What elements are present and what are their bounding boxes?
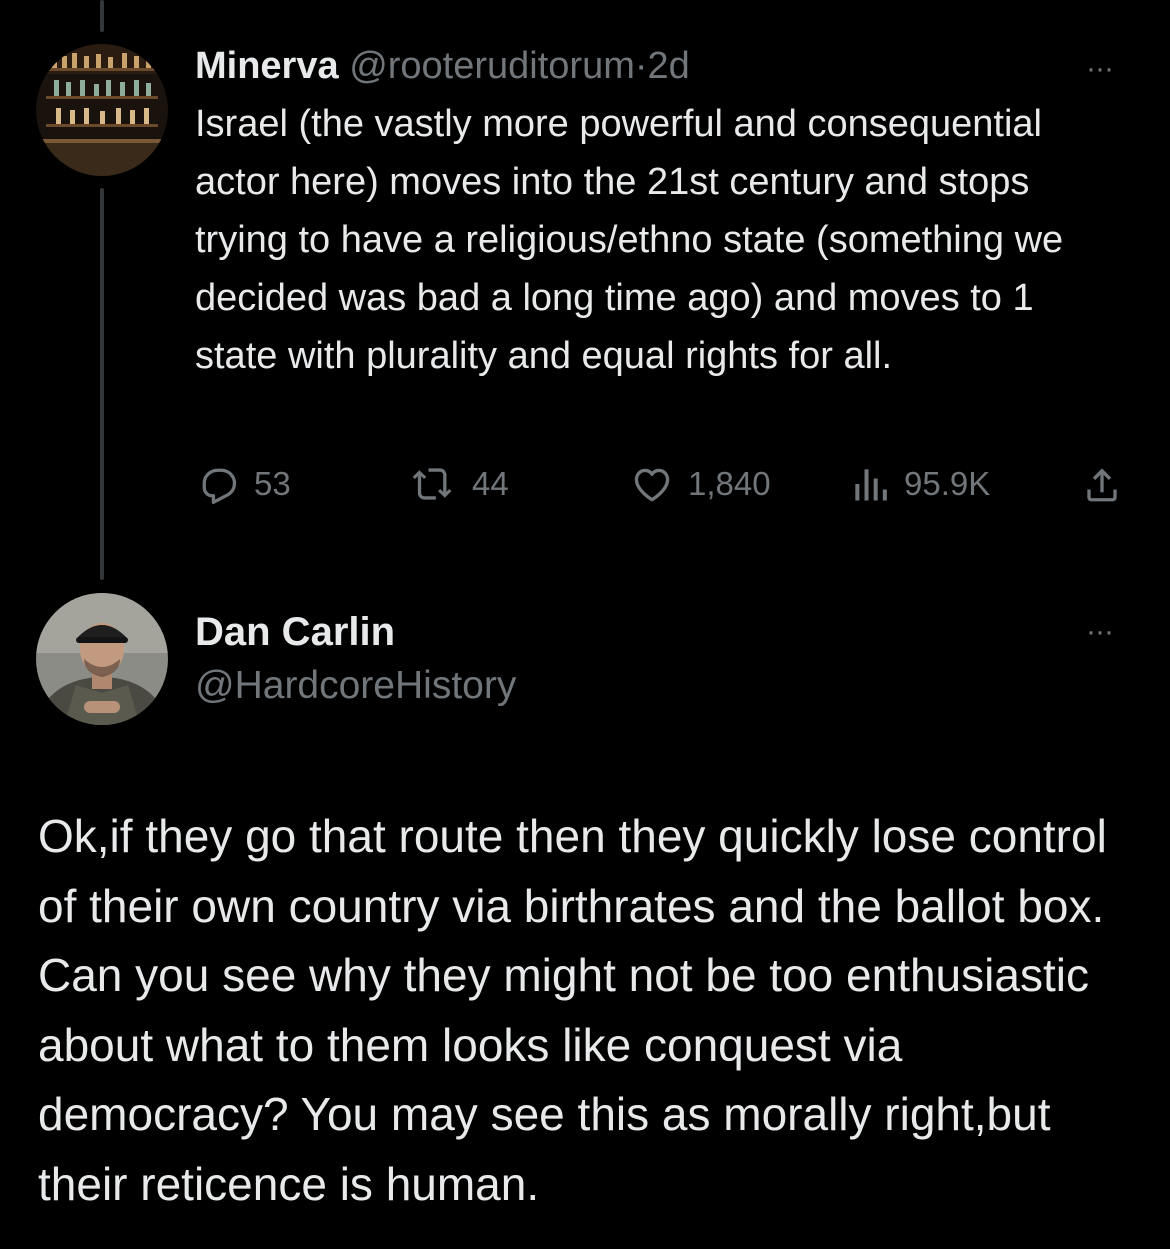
reply-icon — [202, 468, 237, 504]
heart-icon — [634, 468, 670, 502]
retweet-count: 44 — [472, 465, 509, 502]
more-options-button[interactable]: ··· — [1086, 615, 1114, 648]
more-horizontal-icon: ··· — [1086, 615, 1114, 648]
views-count: 95.9K — [904, 465, 991, 502]
reply-count: 53 — [254, 465, 291, 502]
tweet-header: Minerva @rooteruditorum·2d — [195, 40, 690, 92]
tweet-actions: 53 44 1,840 95.9K — [0, 462, 1170, 522]
avatar-dan-carlin[interactable] — [36, 593, 168, 725]
author-name[interactable]: Dan Carlin — [195, 606, 395, 658]
avatar-minerva[interactable] — [36, 44, 168, 176]
thread-line-top — [100, 0, 104, 32]
views-bar-chart-icon — [855, 469, 887, 501]
views-button[interactable]: 95.9K — [850, 462, 990, 506]
author-handle[interactable]: @HardcoreHistory — [195, 660, 516, 712]
reply-button[interactable]: 53 — [196, 462, 291, 506]
more-horizontal-icon: ··· — [1086, 52, 1114, 85]
tweet-text: Israel (the vastly more powerful and con… — [195, 103, 1064, 377]
tweet-text: Ok,if they go that route then they quick… — [38, 810, 1107, 1210]
more-options-button[interactable]: ··· — [1086, 52, 1114, 85]
like-count: 1,840 — [688, 465, 771, 502]
author-name[interactable]: Minerva — [195, 45, 339, 87]
timestamp[interactable]: 2d — [648, 45, 690, 87]
author-handle[interactable]: @rooteruditorum — [349, 45, 635, 87]
retweet-icon — [412, 468, 452, 500]
separator-dot: · — [634, 45, 648, 87]
like-button[interactable]: 1,840 — [630, 462, 771, 506]
retweet-button[interactable]: 44 — [410, 462, 509, 506]
share-icon — [1087, 468, 1117, 502]
share-button[interactable] — [1080, 462, 1138, 506]
